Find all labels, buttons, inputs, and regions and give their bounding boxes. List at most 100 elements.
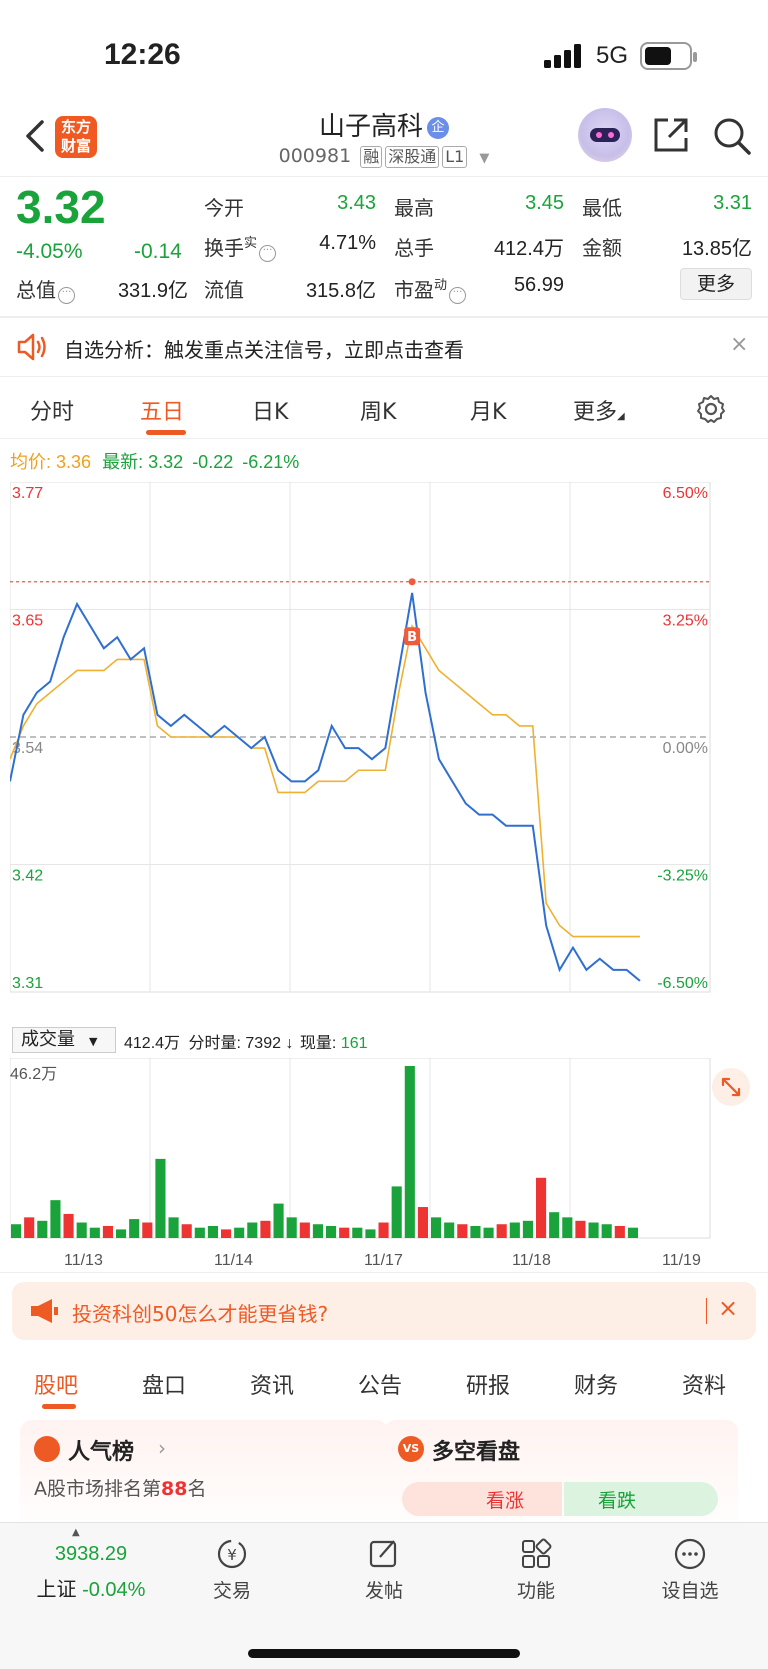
volume-bar xyxy=(378,1222,389,1238)
speaker-icon xyxy=(17,333,46,361)
edit-icon xyxy=(369,1540,397,1568)
volume-bar xyxy=(444,1222,455,1238)
card-title: 多空看盘 xyxy=(432,1440,521,1465)
y-tick-label: 3.31 xyxy=(12,975,43,992)
bullish-button[interactable]: 看涨 xyxy=(402,1482,562,1516)
active-tab-indicator xyxy=(146,430,186,435)
tab-functions[interactable]: 功能 xyxy=(486,1537,586,1603)
stat-value-turnover: 4.71% xyxy=(319,232,376,254)
share-icon[interactable] xyxy=(652,116,690,154)
close-icon[interactable]: × xyxy=(730,332,748,357)
avg-price-line xyxy=(10,623,640,938)
volume-bar xyxy=(404,1066,415,1238)
date-label: 11/18 xyxy=(512,1252,551,1269)
expand-icon xyxy=(721,1077,741,1097)
dropdown-icon: ▼ xyxy=(479,151,490,166)
index-line[interactable]: 上证 -0.04% xyxy=(26,1573,156,1602)
tab-weekly-k[interactable]: 周K xyxy=(360,394,396,426)
settings-icon[interactable] xyxy=(696,394,726,424)
volume-bar xyxy=(417,1207,428,1238)
volume-bar xyxy=(50,1200,61,1238)
price-chart[interactable]: 3.77 6.50%3.65 3.25%3.54 0.00%3.42 -3.25%3.3… xyxy=(10,482,756,1022)
tab-five-day[interactable]: 五日 xyxy=(140,394,184,426)
tab-announcements[interactable]: 公告 xyxy=(358,1368,402,1400)
stat-value-volume: 412.4万 xyxy=(493,238,564,260)
tab-trade[interactable]: ¥ 交易 xyxy=(182,1537,282,1603)
volume-bar xyxy=(431,1217,442,1238)
expand-button[interactable] xyxy=(712,1068,750,1106)
y-tick-label: 3.42 xyxy=(12,868,43,885)
stat-value-high: 3.45 xyxy=(525,192,564,214)
content-tabs: 股吧 盘口 资讯 公告 研报 财务 资料 xyxy=(0,1358,768,1414)
tab-post[interactable]: 发帖 xyxy=(334,1537,434,1603)
stat-label-high: 最高 xyxy=(394,196,434,220)
search-icon[interactable] xyxy=(712,116,752,156)
tab-profile[interactable]: 资料 xyxy=(682,1368,726,1400)
volume-bar xyxy=(614,1225,625,1238)
stat-label-turnover[interactable]: 换手实 ··· xyxy=(204,232,277,262)
enterprise-badge: 企 xyxy=(427,116,449,139)
buy-marker-label: B xyxy=(407,630,417,645)
close-icon[interactable]: × xyxy=(718,1294,738,1322)
tab-more[interactable]: 更多◢ xyxy=(573,394,625,426)
tab-orderbook[interactable]: 盘口 xyxy=(142,1368,186,1400)
megaphone-icon xyxy=(31,1299,58,1323)
divider xyxy=(0,176,768,177)
volume-bar xyxy=(365,1229,376,1238)
stat-label-mktcap[interactable]: 总值 ··· xyxy=(16,274,75,304)
volume-bar xyxy=(536,1177,547,1238)
y-tick-label-right: -3.25% xyxy=(657,868,708,885)
index-value[interactable]: 3938.29 xyxy=(26,1543,156,1566)
more-circle-icon xyxy=(674,1538,706,1570)
volume-chart[interactable] xyxy=(10,1058,756,1248)
bearish-button[interactable]: 看跌 xyxy=(564,1482,718,1516)
trade-icon: ¥ xyxy=(217,1539,247,1569)
volume-bar xyxy=(142,1222,153,1238)
volume-bar xyxy=(221,1229,232,1238)
ai-assistant-icon[interactable] xyxy=(578,108,632,162)
info-icon: ··· xyxy=(259,245,277,262)
tab-intraday[interactable]: 分时 xyxy=(30,394,74,426)
y-tick-label-right: 3.25% xyxy=(663,613,708,630)
stat-value-open: 3.43 xyxy=(337,192,376,214)
indicator-select[interactable]: 成交量 ▼ xyxy=(12,1027,116,1053)
y-tick-label-right: -6.50% xyxy=(657,975,708,992)
volume-bar xyxy=(260,1220,271,1238)
volume-bar xyxy=(207,1225,218,1238)
stat-label-low: 最低 xyxy=(582,196,622,220)
date-label: 11/19 xyxy=(662,1252,701,1269)
volume-frame xyxy=(10,1058,711,1239)
stat-label-pe[interactable]: 市盈动 ··· xyxy=(394,274,467,304)
volume-bar xyxy=(155,1158,166,1238)
change-amount: -0.14 xyxy=(134,240,182,263)
alert-bar[interactable]: 自选分析：触发重点关注信号，立即点击查看 × xyxy=(0,318,768,376)
more-stats-button[interactable]: 更多 xyxy=(680,268,752,300)
tab-forum[interactable]: 股吧 xyxy=(34,1368,78,1400)
stat-label-volume: 总手 xyxy=(394,236,434,260)
tab-daily-k[interactable]: 日K xyxy=(252,394,288,426)
active-tab-indicator xyxy=(42,1404,76,1409)
tab-research[interactable]: 研报 xyxy=(466,1368,510,1400)
tab-news[interactable]: 资讯 xyxy=(250,1368,294,1400)
volume-bar xyxy=(89,1227,100,1238)
rank-line: A股市场排名第88名 xyxy=(34,1478,207,1500)
volume-bar xyxy=(234,1227,245,1238)
price-line xyxy=(10,592,641,982)
tab-add-watchlist[interactable]: 设自选 xyxy=(640,1537,740,1603)
volume-bar xyxy=(457,1224,468,1238)
current-price: 3.32 xyxy=(16,181,106,233)
divider xyxy=(0,376,768,377)
volume-bar xyxy=(116,1229,127,1238)
change-percent: -4.05% xyxy=(16,240,83,263)
stock-header: 东方 财富 山子高科企 000981 融深股通 L1 ▼ xyxy=(0,100,768,176)
volume-bar xyxy=(588,1222,599,1238)
tab-monthly-k[interactable]: 月K xyxy=(470,394,506,426)
tab-finance[interactable]: 财务 xyxy=(574,1368,618,1400)
stat-label-open: 今开 xyxy=(204,196,244,220)
volume-bar xyxy=(63,1213,74,1238)
volume-bar xyxy=(509,1222,520,1238)
promo-banner[interactable]: 投资科创50怎么才能更省钱? × xyxy=(12,1282,756,1340)
date-label: 11/13 xyxy=(64,1252,103,1269)
volume-bar xyxy=(326,1225,337,1238)
volume-bar xyxy=(312,1224,323,1238)
